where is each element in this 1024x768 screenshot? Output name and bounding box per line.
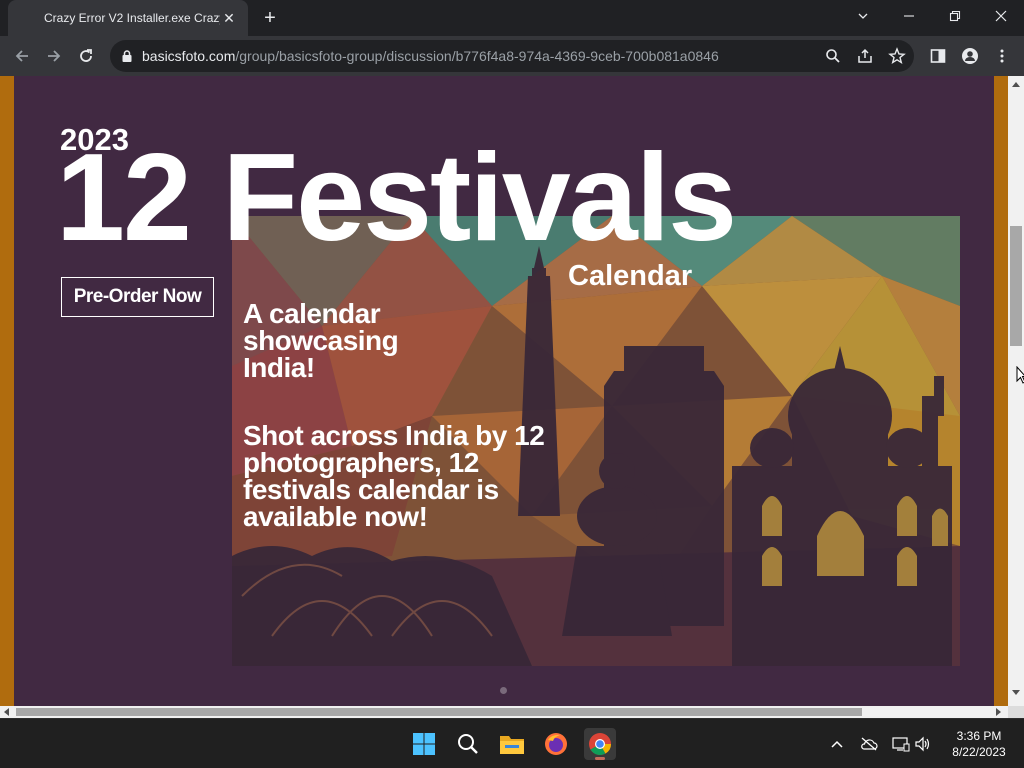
vertical-scroll-thumb[interactable] <box>1010 226 1022 346</box>
new-tab-icon[interactable]: + <box>258 6 282 30</box>
horizontal-scrollbar[interactable] <box>0 706 1008 718</box>
description-text: Shot across India by 12 photographers, 1… <box>243 420 545 532</box>
bookmark-star-icon[interactable] <box>888 47 906 65</box>
carousel-dot[interactable] <box>500 687 507 694</box>
scroll-left-arrow-icon[interactable] <box>4 708 9 716</box>
reload-icon[interactable] <box>74 44 98 68</box>
scroll-right-arrow-icon[interactable] <box>996 708 1001 716</box>
tray-chevron-up-icon[interactable] <box>828 736 846 752</box>
volume-icon[interactable] <box>914 736 932 752</box>
vertical-scrollbar[interactable] <box>1008 76 1024 706</box>
minimize-icon[interactable] <box>886 0 932 32</box>
forward-arrow-icon[interactable] <box>42 44 66 68</box>
windows-taskbar: 3:36 PM 8/22/2023 <box>0 718 1024 768</box>
pre-order-button[interactable]: Pre-Order Now <box>61 277 214 317</box>
right-accent-bar <box>994 76 1008 706</box>
zoom-search-icon[interactable] <box>824 47 842 65</box>
scroll-up-arrow-icon[interactable] <box>1012 82 1020 87</box>
windows-start-icon[interactable] <box>408 728 440 760</box>
profile-avatar-icon[interactable] <box>958 44 982 68</box>
onedrive-offline-icon[interactable] <box>860 736 878 752</box>
browser-tab[interactable]: Crazy Error V2 Installer.exe Crazy ✕ <box>8 0 248 36</box>
chrome-icon[interactable] <box>584 728 616 760</box>
left-accent-bar <box>0 76 14 706</box>
tab-strip: Crazy Error V2 Installer.exe Crazy ✕ + <box>0 0 1024 36</box>
side-panel-icon[interactable] <box>926 44 950 68</box>
horizontal-scroll-thumb[interactable] <box>16 708 862 716</box>
tab-close-icon[interactable]: ✕ <box>220 9 238 27</box>
scrollbar-corner <box>1008 706 1024 718</box>
web-page: 2023 12 Festivals Calendar Pre-Order Now… <box>0 76 1024 718</box>
clock-date: 8/22/2023 <box>952 745 1006 759</box>
address-bar[interactable]: basicsfoto.com/group/basicsfoto-group/di… <box>110 40 914 72</box>
url-text: basicsfoto.com/group/basicsfoto-group/di… <box>142 48 719 64</box>
system-clock[interactable]: 3:36 PM 8/22/2023 <box>940 728 1018 760</box>
url-host: basicsfoto.com <box>142 48 236 64</box>
calendar-subhead: Calendar <box>568 260 693 292</box>
menu-kebab-icon[interactable] <box>990 44 1014 68</box>
page-headline: 12 Festivals <box>56 129 737 267</box>
search-icon[interactable] <box>452 728 484 760</box>
clock-time: 3:36 PM <box>956 729 1002 743</box>
close-window-icon[interactable] <box>978 0 1024 32</box>
tab-title: Crazy Error V2 Installer.exe Crazy <box>44 11 220 25</box>
scroll-down-arrow-icon[interactable] <box>1012 690 1020 695</box>
file-explorer-icon[interactable] <box>496 728 528 760</box>
url-path: /group/basicsfoto-group/discussion/b776f… <box>235 48 719 64</box>
tab-search-chevron-icon[interactable] <box>840 0 886 32</box>
firefox-icon[interactable] <box>540 728 572 760</box>
network-icon[interactable] <box>892 736 910 752</box>
active-app-indicator <box>595 757 605 760</box>
share-icon[interactable] <box>856 47 874 65</box>
mouse-cursor-icon <box>1016 366 1024 384</box>
back-arrow-icon[interactable] <box>10 44 34 68</box>
browser-toolbar: basicsfoto.com/group/basicsfoto-group/di… <box>0 36 1024 76</box>
lock-icon[interactable] <box>120 49 134 63</box>
restore-icon[interactable] <box>932 0 978 32</box>
tagline-text: A calendar showcasing India! <box>243 298 399 383</box>
